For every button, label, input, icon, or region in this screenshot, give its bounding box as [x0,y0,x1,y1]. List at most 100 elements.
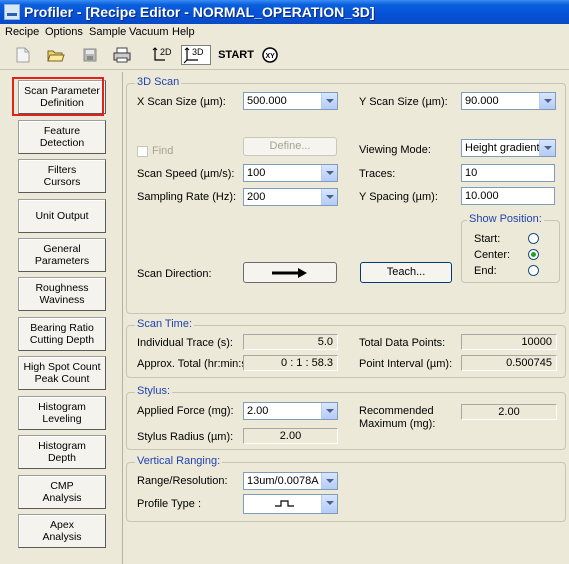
nav-feature-detection[interactable]: Feature Detection [18,120,106,154]
approx-total-value: 0 : 1 : 58.3 [243,355,338,371]
position-end-label: End: [474,265,497,277]
nav-apex-analysis[interactable]: Apex Analysis [18,514,106,548]
y-size-select[interactable]: 90.000 [461,92,556,110]
chevron-down-icon [321,165,337,181]
nav-label: CMP [50,480,74,492]
nav-label: Unit Output [35,210,89,222]
x-size-select[interactable]: 500.000 [243,92,338,110]
traces-input[interactable]: 10 [461,164,555,182]
scan-speed-label: Scan Speed (µm/s): [137,168,235,180]
y-spacing-input[interactable]: 10.000 [461,187,555,205]
nav-label: Histogram [38,440,86,452]
sampling-rate-label: Sampling Rate (Hz): [137,191,237,203]
individual-trace-label: Individual Trace (s): [137,337,233,349]
menu-recipe[interactable]: Recipe [5,26,39,38]
start-button[interactable]: START [218,45,254,65]
profile-type-label: Profile Type : [137,498,201,510]
nav-label: Waviness [39,294,85,306]
menu-sample[interactable]: Sample [89,26,126,38]
menu-bar: Recipe Options Sample Vacuum Help [0,24,569,42]
title-bar: Profiler - [Recipe Editor - NORMAL_OPERA… [0,0,569,24]
teach-button[interactable]: Teach... [360,262,452,283]
print-icon[interactable] [111,45,133,65]
position-center-radio[interactable] [528,249,539,260]
range-resolution-select[interactable]: 13um/0.0078A [243,472,338,490]
nav-label: Analysis [42,492,82,504]
nav-label: Cutting Depth [29,334,95,346]
nav-label: Cursors [43,176,81,188]
viewing-mode-select[interactable]: Height gradient [461,139,556,157]
nav-histogram-depth[interactable]: Histogram Depth [18,435,106,469]
position-start-label: Start: [474,233,501,245]
toolbar: 2D 3D START XY [0,42,569,70]
x-size-value: 500.000 [247,95,287,107]
show-position-legend: Show Position: [467,213,544,225]
scan-speed-value: 100 [247,167,266,179]
nav-histogram-leveling[interactable]: Histogram Leveling [18,396,106,430]
profile-type-select[interactable] [243,494,338,514]
applied-force-value: 2.00 [247,405,269,417]
nav-general-parameters[interactable]: General Parameters [18,238,106,272]
recommended-label-1: Recommended [359,405,434,417]
svg-text:XY: XY [266,53,276,60]
position-start-radio[interactable] [528,233,539,244]
nav-label: Detection [39,137,85,149]
nav-high-spot-count[interactable]: High Spot Count Peak Count [18,356,106,390]
y-spacing-label: Y Spacing (µm): [359,191,438,203]
stylus-radius-label: Stylus Radius (µm): [137,431,234,443]
selected-highlight [12,77,104,116]
chevron-down-icon [539,140,555,156]
position-center-label: Center: [474,249,511,261]
nav-filters-cursors[interactable]: Filters Cursors [18,159,106,193]
nav-bearing-ratio[interactable]: Bearing Ratio Cutting Depth [18,317,106,351]
applied-force-select[interactable]: 2.00 [243,402,338,420]
xy-stage-icon[interactable]: XY [259,45,281,65]
sampling-rate-select[interactable]: 200 [243,188,338,206]
approx-total-label: Approx. Total (hr:min:s): [137,358,254,370]
chevron-down-icon [321,189,337,205]
chevron-down-icon [321,403,337,419]
total-points-value: 10000 [461,334,557,350]
x-size-label: X Scan Size (µm): [137,96,226,108]
window-title: Profiler - [Recipe Editor - NORMAL_OPERA… [24,4,375,20]
total-points-label: Total Data Points: [359,337,446,349]
position-end-radio[interactable] [528,265,539,276]
mode-3d-button[interactable]: 3D [181,45,211,65]
nav-label: Bearing Ratio [30,322,94,334]
menu-options[interactable]: Options [45,26,83,38]
mode-2d-button[interactable]: 2D [151,45,177,65]
scan3d-legend: 3D Scan [135,76,182,88]
find-label: Find [152,145,174,157]
point-interval-value: 0.500745 [461,355,557,371]
vertical-ranging-legend: Vertical Ranging: [135,455,223,467]
traces-label: Traces: [359,168,396,180]
nav-unit-output[interactable]: Unit Output [18,199,106,233]
nav-label: Analysis [42,531,82,543]
nav-cmp-analysis[interactable]: CMP Analysis [18,475,106,509]
nav-roughness-waviness[interactable]: Roughness Waviness [18,277,106,311]
nav-label: Apex [50,519,74,531]
stylus-legend: Stylus: [135,385,173,397]
recommended-value: 2.00 [461,404,557,420]
applied-force-label: Applied Force (mg): [137,405,234,417]
scan-direction-button[interactable] [243,262,337,283]
individual-trace-value: 5.0 [243,334,338,350]
define-button[interactable]: Define... [243,137,337,156]
new-file-icon[interactable] [12,45,34,65]
scan-speed-select[interactable]: 100 [243,164,338,182]
menu-help[interactable]: Help [172,26,195,38]
vertical-ranging-group [126,462,566,522]
viewing-mode-label: Viewing Mode: [359,144,431,156]
open-folder-icon[interactable] [45,45,67,65]
nav-label: Histogram [38,401,86,413]
save-icon[interactable] [79,45,101,65]
app-icon [4,4,20,20]
scan-direction-label: Scan Direction: [137,268,212,280]
menu-vacuum[interactable]: Vacuum [129,26,169,38]
nav-label: High Spot Count [23,361,101,373]
find-checkbox[interactable] [137,146,148,157]
nav-label: Feature [43,125,81,137]
range-resolution-label: Range/Resolution: [137,475,228,487]
stylus-radius-value: 2.00 [243,428,338,444]
arrow-right-icon [272,268,307,278]
